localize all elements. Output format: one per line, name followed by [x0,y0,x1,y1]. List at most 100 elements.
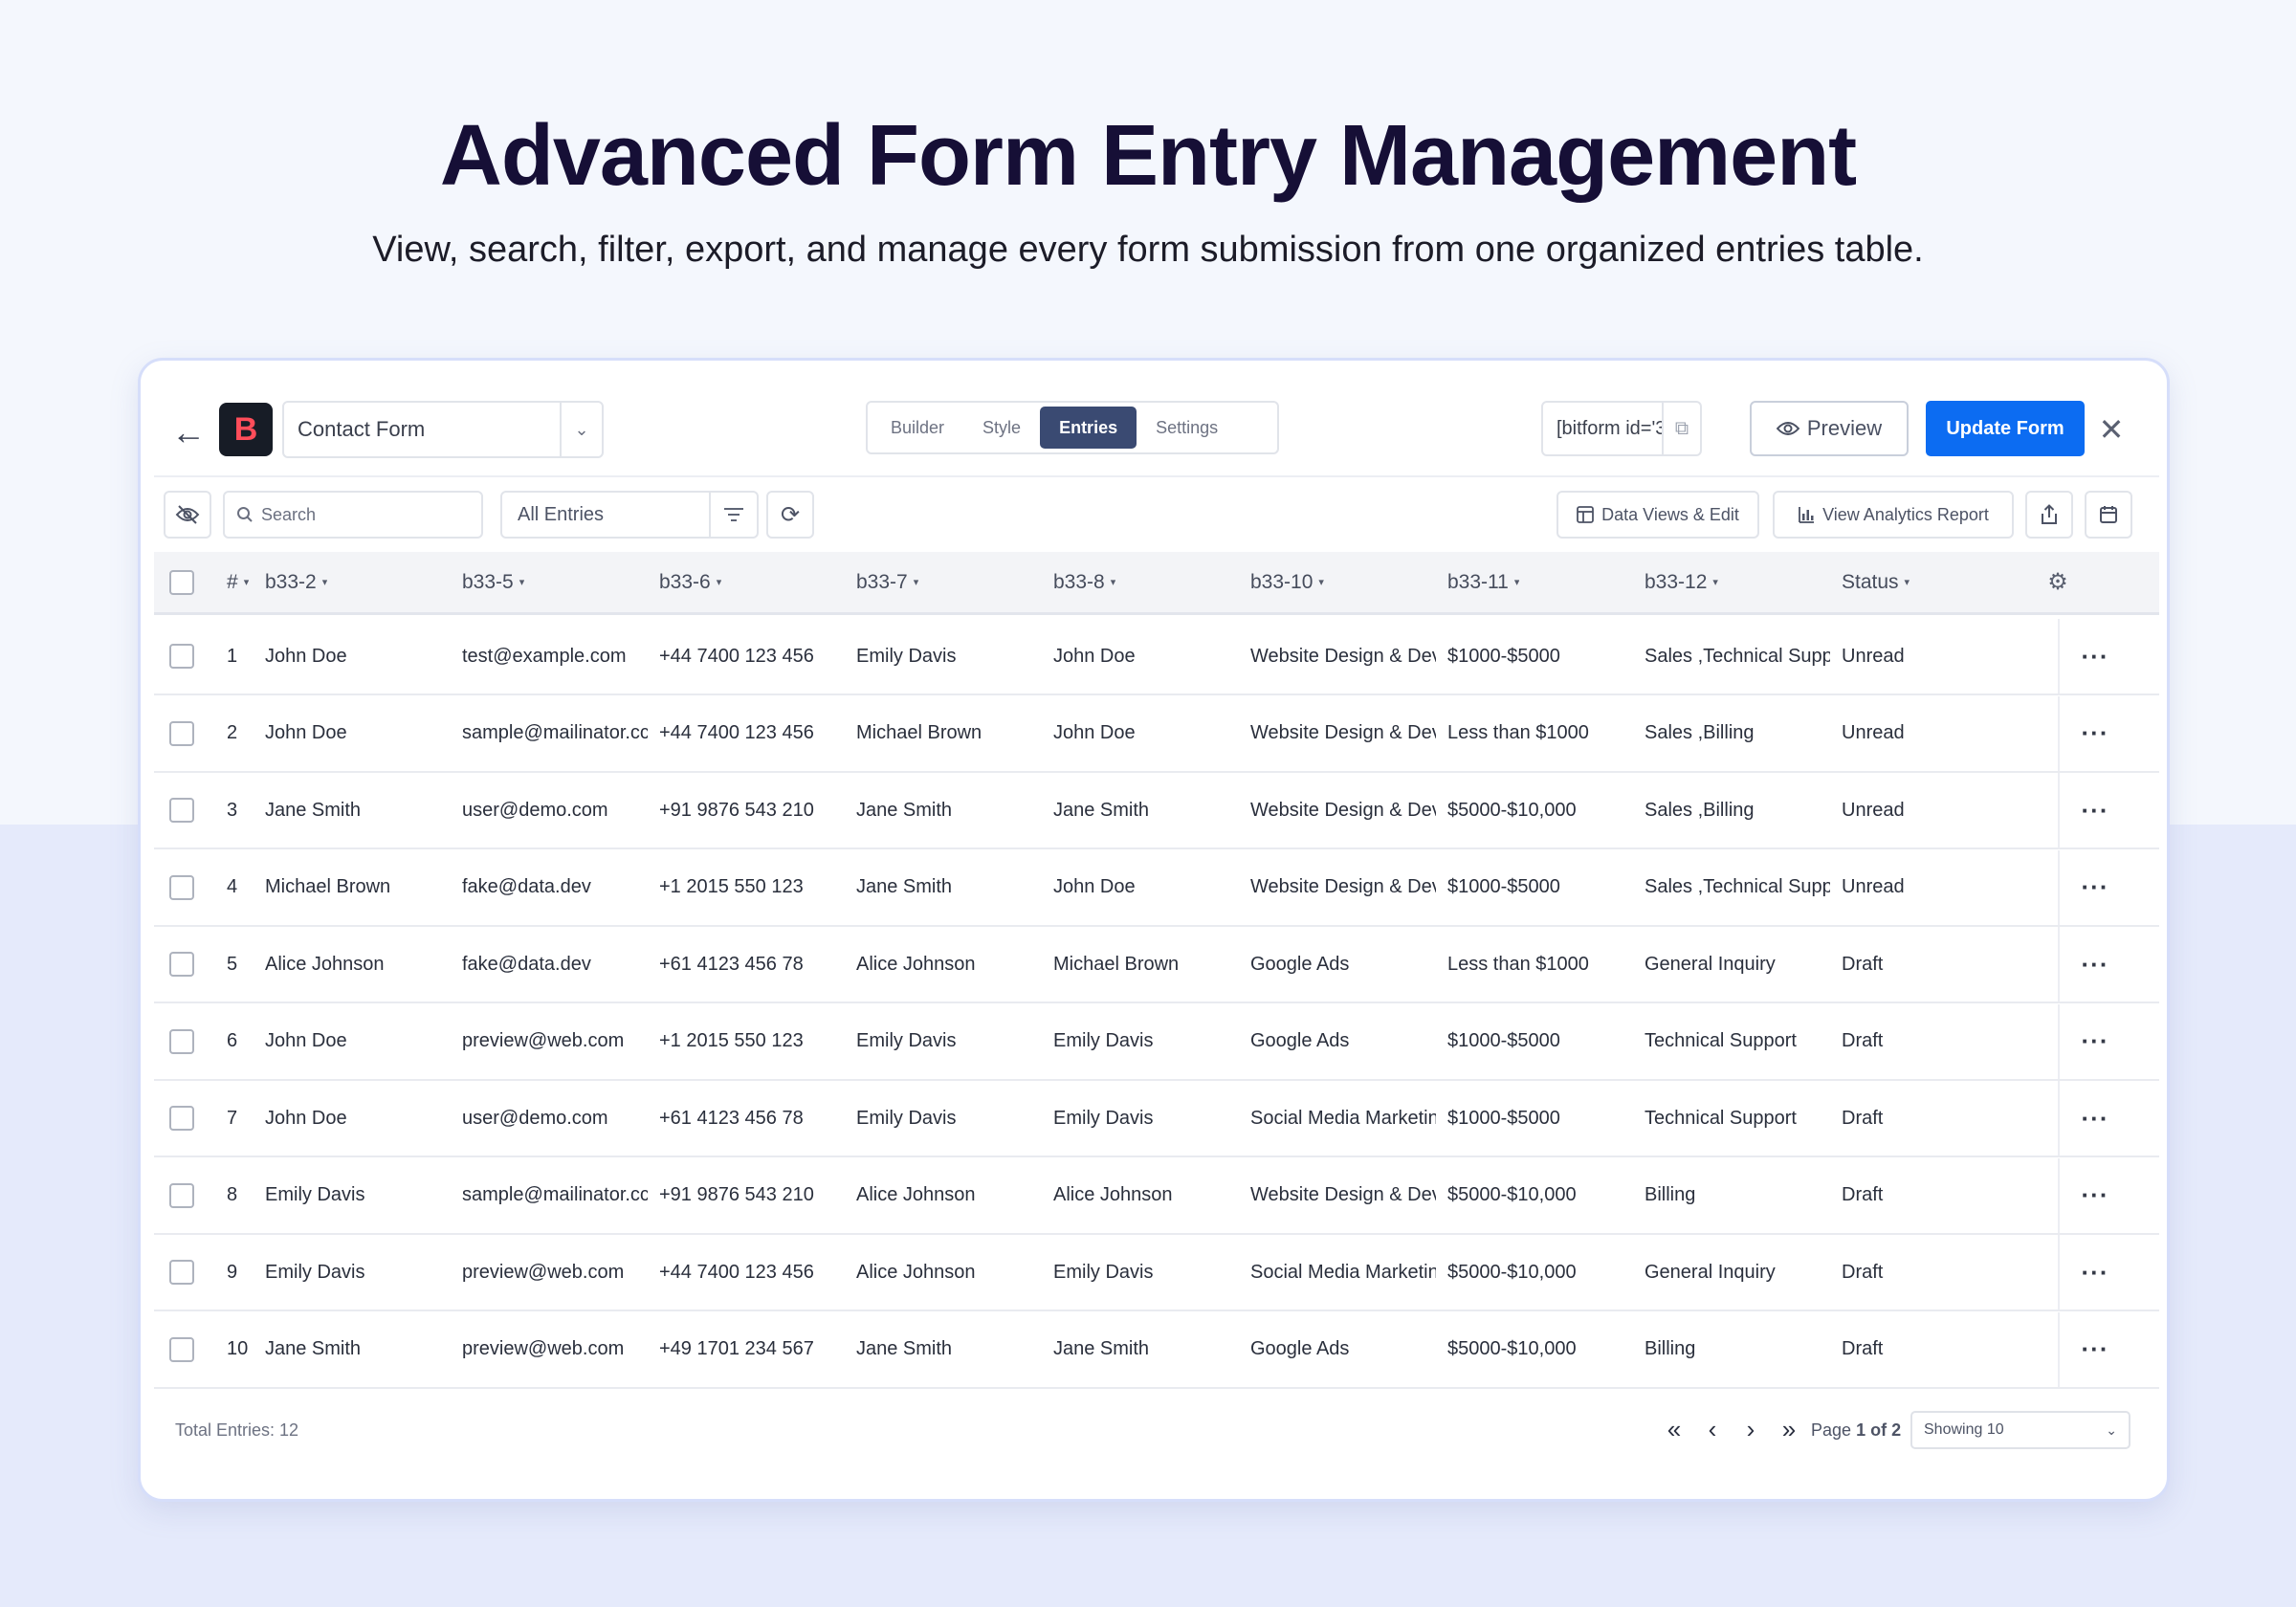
table-cell: user@demo.com [462,1107,608,1129]
row-checkbox[interactable] [169,619,194,693]
table-cell: Jane Smith [1053,1338,1150,1359]
sort-caret-icon: ▾ [1712,577,1718,588]
table-cell: Technical Support [1645,1030,1797,1051]
last-page-icon[interactable]: » [1773,1411,1805,1447]
more-options-icon[interactable]: ··· [2060,1158,2130,1233]
row-checkbox[interactable] [169,773,194,848]
column-header-label: b33-6 [659,570,711,593]
column-header[interactable]: b33-11 ▾ [1447,552,1519,612]
table-row[interactable]: 6 John Doe preview@web.com +1 2015 550 123 E… [154,1003,2159,1081]
copy-icon[interactable]: ⧉ [1662,403,1700,454]
table-cell: Alice Johnson [856,953,976,975]
page-size-select[interactable]: Showing 10 ⌄ [1910,1411,2130,1449]
row-checkbox[interactable] [169,1312,194,1387]
column-header[interactable]: b33-2 ▾ [265,552,327,612]
filter-icon[interactable] [709,493,757,537]
table-row[interactable]: 1 John Doe test@example.com +44 7400 123 45… [154,619,2159,695]
prev-page-icon[interactable]: ‹ [1696,1411,1729,1447]
first-page-icon[interactable]: « [1658,1411,1690,1447]
more-options-icon[interactable]: ··· [2060,927,2130,1002]
more-options-icon[interactable]: ··· [2060,1004,2130,1079]
tab-style[interactable]: Style [963,407,1040,449]
column-header[interactable]: # ▾ [227,552,249,612]
chevron-down-icon: ⌄ [2106,1421,2117,1438]
column-header[interactable]: b33-10 ▾ [1250,552,1324,612]
table-cell: +91 9876 543 210 [659,799,814,821]
table-cell: General Inquiry [1645,953,1776,975]
table-cell: Jane Smith [856,1338,953,1359]
row-checkbox[interactable] [169,927,194,1002]
table-cell: Michael Brown [265,876,391,897]
shortcode-field[interactable]: [bitform id='33'] ⧉ [1541,401,1702,456]
table-row[interactable]: 4 Michael Brown fake@data.dev +1 2015 550 1… [154,849,2159,927]
update-form-button[interactable]: Update Form [1926,401,2085,456]
table-cell: test@example.com [462,645,627,667]
table-cell: 3 [227,799,238,821]
column-header[interactable]: b33-6 ▾ [659,552,721,612]
table-row[interactable]: 8 Emily Davis sample@mailinator.cc +91 9876… [154,1157,2159,1235]
table-cell: fake@data.dev [462,876,591,897]
column-header-label: Status [1842,570,1899,593]
tab-builder[interactable]: Builder [872,407,963,449]
row-checkbox[interactable] [169,1158,194,1233]
more-options-icon[interactable]: ··· [2060,1081,2130,1156]
entries-filter-select[interactable]: All Entries [500,491,759,539]
table-row[interactable]: 2 John Doe sample@mailinator.cc +44 7400 12… [154,695,2159,773]
column-header[interactable]: b33-8 ▾ [1053,552,1115,612]
table-cell: Draft [1842,1338,1884,1359]
table-cell: Emily Davis [856,645,957,667]
tab-settings[interactable]: Settings [1137,407,1237,449]
analytics-button[interactable]: View Analytics Report [1773,491,2014,539]
form-selector[interactable]: Contact Form ⌄ [282,401,604,458]
filter-value: All Entries [518,503,605,525]
row-checkbox[interactable] [169,1004,194,1079]
calendar-icon[interactable] [2085,491,2132,539]
row-checkbox[interactable] [169,1081,194,1156]
table-row[interactable]: 3 Jane Smith user@demo.com +91 9876 543 210… [154,773,2159,849]
table-row[interactable]: 9 Emily Davis preview@web.com +44 7400 123 … [154,1235,2159,1311]
column-header[interactable]: b33-7 ▾ [856,552,918,612]
refresh-icon[interactable]: ⟳ [766,491,814,539]
export-icon[interactable] [2025,491,2073,539]
table-cell: Sales ,Technical Supp [1645,876,1830,897]
more-options-icon[interactable]: ··· [2060,696,2130,771]
table-cell: Unread [1842,876,1905,897]
page-indicator: Page 1 of 2 [1811,1420,1901,1441]
table-cell: Sales ,Technical Supp [1645,645,1830,667]
table-cell: Draft [1842,1107,1884,1129]
hide-columns-icon[interactable] [164,491,211,539]
table-cell: John Doe [265,722,347,743]
table-cell: Website Design & Dev [1250,645,1436,667]
table-header: ⚙ # ▾ b33-2 ▾ b33-5 ▾ b33-6 ▾ b33-7 ▾ b33-8 ▾ b33-10… [154,552,2159,615]
more-options-icon[interactable]: ··· [2060,773,2130,848]
form-selector-value: Contact Form [298,417,426,441]
row-checkbox[interactable] [169,1235,194,1310]
search-placeholder: Search [261,504,317,524]
chevron-down-icon[interactable]: ⌄ [560,403,602,456]
more-options-icon[interactable]: ··· [2060,1235,2130,1310]
sort-caret-icon: ▾ [1110,577,1116,588]
column-header[interactable]: Status ▾ [1842,552,1910,612]
table-cell: General Inquiry [1645,1261,1776,1283]
table-row[interactable]: 5 Alice Johnson fake@data.dev +61 4123 456 … [154,927,2159,1003]
search-input[interactable]: Search [223,491,483,539]
column-header[interactable]: b33-5 ▾ [462,552,524,612]
tab-entries[interactable]: Entries [1040,407,1137,449]
preview-button[interactable]: Preview [1750,401,1909,456]
more-options-icon[interactable]: ··· [2060,850,2130,925]
gear-icon[interactable]: ⚙ [2029,552,2086,612]
more-options-icon[interactable]: ··· [2060,619,2130,693]
close-icon[interactable]: ✕ [2092,410,2130,449]
table-cell: Social Media Marketin [1250,1261,1436,1283]
next-page-icon[interactable]: › [1734,1411,1767,1447]
more-options-icon[interactable]: ··· [2060,1312,2130,1387]
select-all-checkbox[interactable] [169,552,194,612]
table-row[interactable]: 7 John Doe user@demo.com +61 4123 456 78 Emi… [154,1081,2159,1157]
column-header[interactable]: b33-12 ▾ [1645,552,1718,612]
back-arrow-icon[interactable]: ← [169,412,208,451]
data-views-button[interactable]: Data Views & Edit [1556,491,1759,539]
row-checkbox[interactable] [169,850,194,925]
table-row[interactable]: 10 Jane Smith preview@web.com +49 1701 234 … [154,1311,2159,1389]
bitform-logo: B [219,403,273,456]
row-checkbox[interactable] [169,696,194,771]
